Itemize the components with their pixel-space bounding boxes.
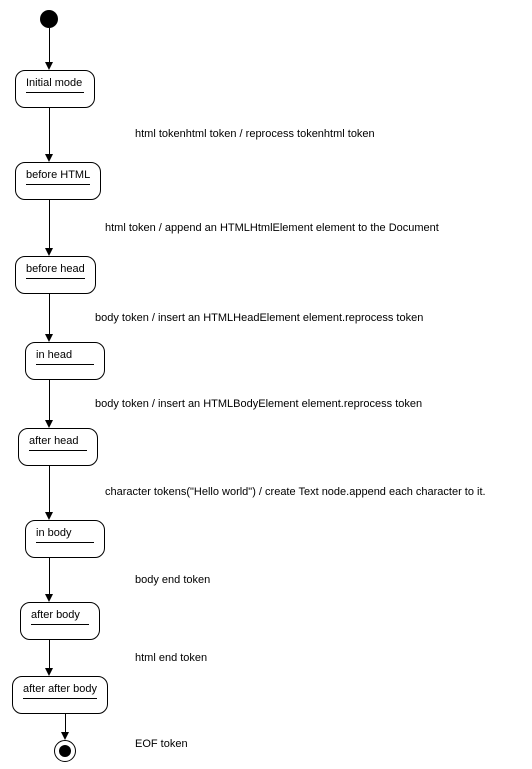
transition-label: body token / insert an HTMLBodyElement e… bbox=[95, 398, 422, 410]
arrow-line bbox=[65, 714, 66, 734]
arrow-line bbox=[49, 380, 50, 422]
arrow-line bbox=[49, 28, 50, 64]
arrow-line bbox=[49, 558, 50, 596]
state-initial-mode: Initial mode bbox=[15, 70, 95, 108]
state-after-after-body: after after body bbox=[12, 676, 108, 714]
arrow-line bbox=[49, 466, 50, 514]
start-node-icon bbox=[40, 10, 58, 28]
state-label: in head bbox=[36, 349, 94, 365]
arrow-head-icon bbox=[45, 668, 53, 676]
arrow-head-icon bbox=[61, 732, 69, 740]
state-before-head: before head bbox=[15, 256, 96, 294]
state-label: Initial mode bbox=[26, 77, 84, 93]
transition-label: EOF token bbox=[135, 738, 188, 750]
arrow-line bbox=[49, 294, 50, 336]
state-label: before HTML bbox=[26, 169, 90, 185]
arrow-head-icon bbox=[45, 594, 53, 602]
arrow-head-icon bbox=[45, 248, 53, 256]
state-label: before head bbox=[26, 263, 85, 279]
state-label: after head bbox=[29, 435, 87, 451]
transition-label: html end token bbox=[135, 652, 207, 664]
transition-label: character tokens("Hello world") / create… bbox=[105, 486, 486, 498]
arrow-head-icon bbox=[45, 334, 53, 342]
state-after-head: after head bbox=[18, 428, 98, 466]
transition-label: body token / insert an HTMLHeadElement e… bbox=[95, 312, 423, 324]
state-diagram: Initial mode html tokenhtml token / repr… bbox=[0, 0, 532, 769]
state-label: after body bbox=[31, 609, 89, 625]
state-label: in body bbox=[36, 527, 94, 543]
arrow-head-icon bbox=[45, 512, 53, 520]
arrow-head-icon bbox=[45, 62, 53, 70]
arrow-line bbox=[49, 640, 50, 670]
transition-label: body end token bbox=[135, 574, 210, 586]
state-label: after after body bbox=[23, 683, 97, 699]
arrow-line bbox=[49, 200, 50, 250]
arrow-head-icon bbox=[45, 154, 53, 162]
state-after-body: after body bbox=[20, 602, 100, 640]
transition-label: html token / append an HTMLHtmlElement e… bbox=[105, 222, 439, 234]
state-before-html: before HTML bbox=[15, 162, 101, 200]
arrow-head-icon bbox=[45, 420, 53, 428]
state-in-head: in head bbox=[25, 342, 105, 380]
state-in-body: in body bbox=[25, 520, 105, 558]
end-node-icon bbox=[54, 740, 76, 762]
transition-label: html tokenhtml token / reprocess tokenht… bbox=[135, 128, 375, 140]
arrow-line bbox=[49, 108, 50, 156]
